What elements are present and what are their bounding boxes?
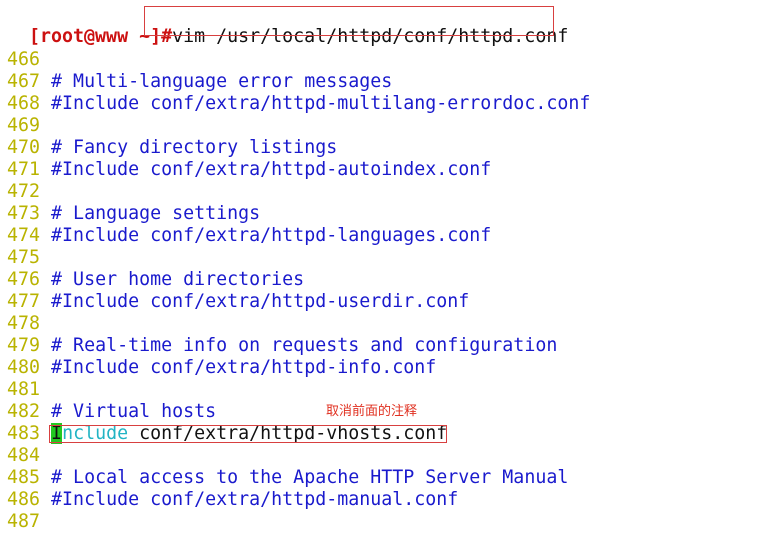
editor-line[interactable]: 485 # Local access to the Apache HTTP Se… (7, 467, 568, 489)
line-text: #Include conf/extra/httpd-multilang-erro… (51, 93, 591, 114)
line-number: 472 (7, 181, 41, 202)
line-number: 483 (7, 423, 41, 444)
command-highlight-box (144, 6, 554, 36)
editor-line[interactable]: 470 # Fancy directory listings (7, 137, 337, 159)
line-number: 485 (7, 467, 41, 488)
line-text: #Include conf/extra/httpd-userdir.conf (51, 291, 470, 312)
editor-line[interactable]: 481 (7, 379, 51, 401)
line-number: 473 (7, 203, 41, 224)
line-number: 479 (7, 335, 41, 356)
line-number: 471 (7, 159, 41, 180)
line-number: 469 (7, 115, 41, 136)
editor-line[interactable]: 476 # User home directories (7, 269, 304, 291)
line-text: # Real-time info on requests and configu… (51, 335, 558, 356)
editor-line[interactable]: 479 # Real-time info on requests and con… (7, 335, 557, 357)
editor-line[interactable]: 473 # Language settings (7, 203, 260, 225)
editor-line[interactable]: 466 (7, 49, 51, 71)
line-text: # User home directories (51, 269, 305, 290)
line-number: 466 (7, 49, 41, 70)
editor-line[interactable]: 486 #Include conf/extra/httpd-manual.con… (7, 489, 458, 511)
editor-line[interactable]: 468 #Include conf/extra/httpd-multilang-… (7, 93, 590, 115)
line-number: 480 (7, 357, 41, 378)
line-text: #Include conf/extra/httpd-languages.conf (51, 225, 492, 246)
editor-line[interactable]: 477 #Include conf/extra/httpd-userdir.co… (7, 291, 469, 313)
editor-line[interactable]: 475 (7, 247, 51, 269)
line-number: 487 (7, 511, 41, 532)
editor-line[interactable]: 467 # Multi-language error messages (7, 71, 392, 93)
editor-line[interactable]: 478 (7, 313, 51, 335)
line-text: #Include conf/extra/httpd-info.conf (51, 357, 437, 378)
editor-line[interactable]: 482 # Virtual hosts (7, 401, 216, 423)
editor-line[interactable]: 484 (7, 445, 51, 467)
editor-line[interactable]: 474 #Include conf/extra/httpd-languages.… (7, 225, 491, 247)
line-number: 467 (7, 71, 41, 92)
line-number: 470 (7, 137, 41, 158)
line-number: 475 (7, 247, 41, 268)
annotation-note: 取消前面的注释 (326, 404, 418, 419)
line-text: # Language settings (51, 203, 261, 224)
line-number: 468 (7, 93, 41, 114)
line-number: 481 (7, 379, 41, 400)
line-number: 482 (7, 401, 41, 422)
line-number: 486 (7, 489, 41, 510)
line-text: #Include conf/extra/httpd-manual.conf (51, 489, 459, 510)
editor-line[interactable]: 469 (7, 115, 51, 137)
line-number: 478 (7, 313, 41, 334)
line-text: # Multi-language error messages (51, 71, 393, 92)
line-text: # Local access to the Apache HTTP Server… (51, 467, 569, 488)
editor-line[interactable]: 471 #Include conf/extra/httpd-autoindex.… (7, 159, 491, 181)
line-number: 484 (7, 445, 41, 466)
line-number: 474 (7, 225, 41, 246)
line-text: # Virtual hosts (51, 401, 217, 422)
line-number: 476 (7, 269, 41, 290)
line-text: # Fancy directory listings (51, 137, 338, 158)
include-highlight-box (49, 425, 447, 443)
editor-line[interactable]: 472 (7, 181, 51, 203)
line-number: 477 (7, 291, 41, 312)
editor-line[interactable]: 480 #Include conf/extra/httpd-info.conf (7, 357, 436, 379)
line-text: #Include conf/extra/httpd-autoindex.conf (51, 159, 492, 180)
